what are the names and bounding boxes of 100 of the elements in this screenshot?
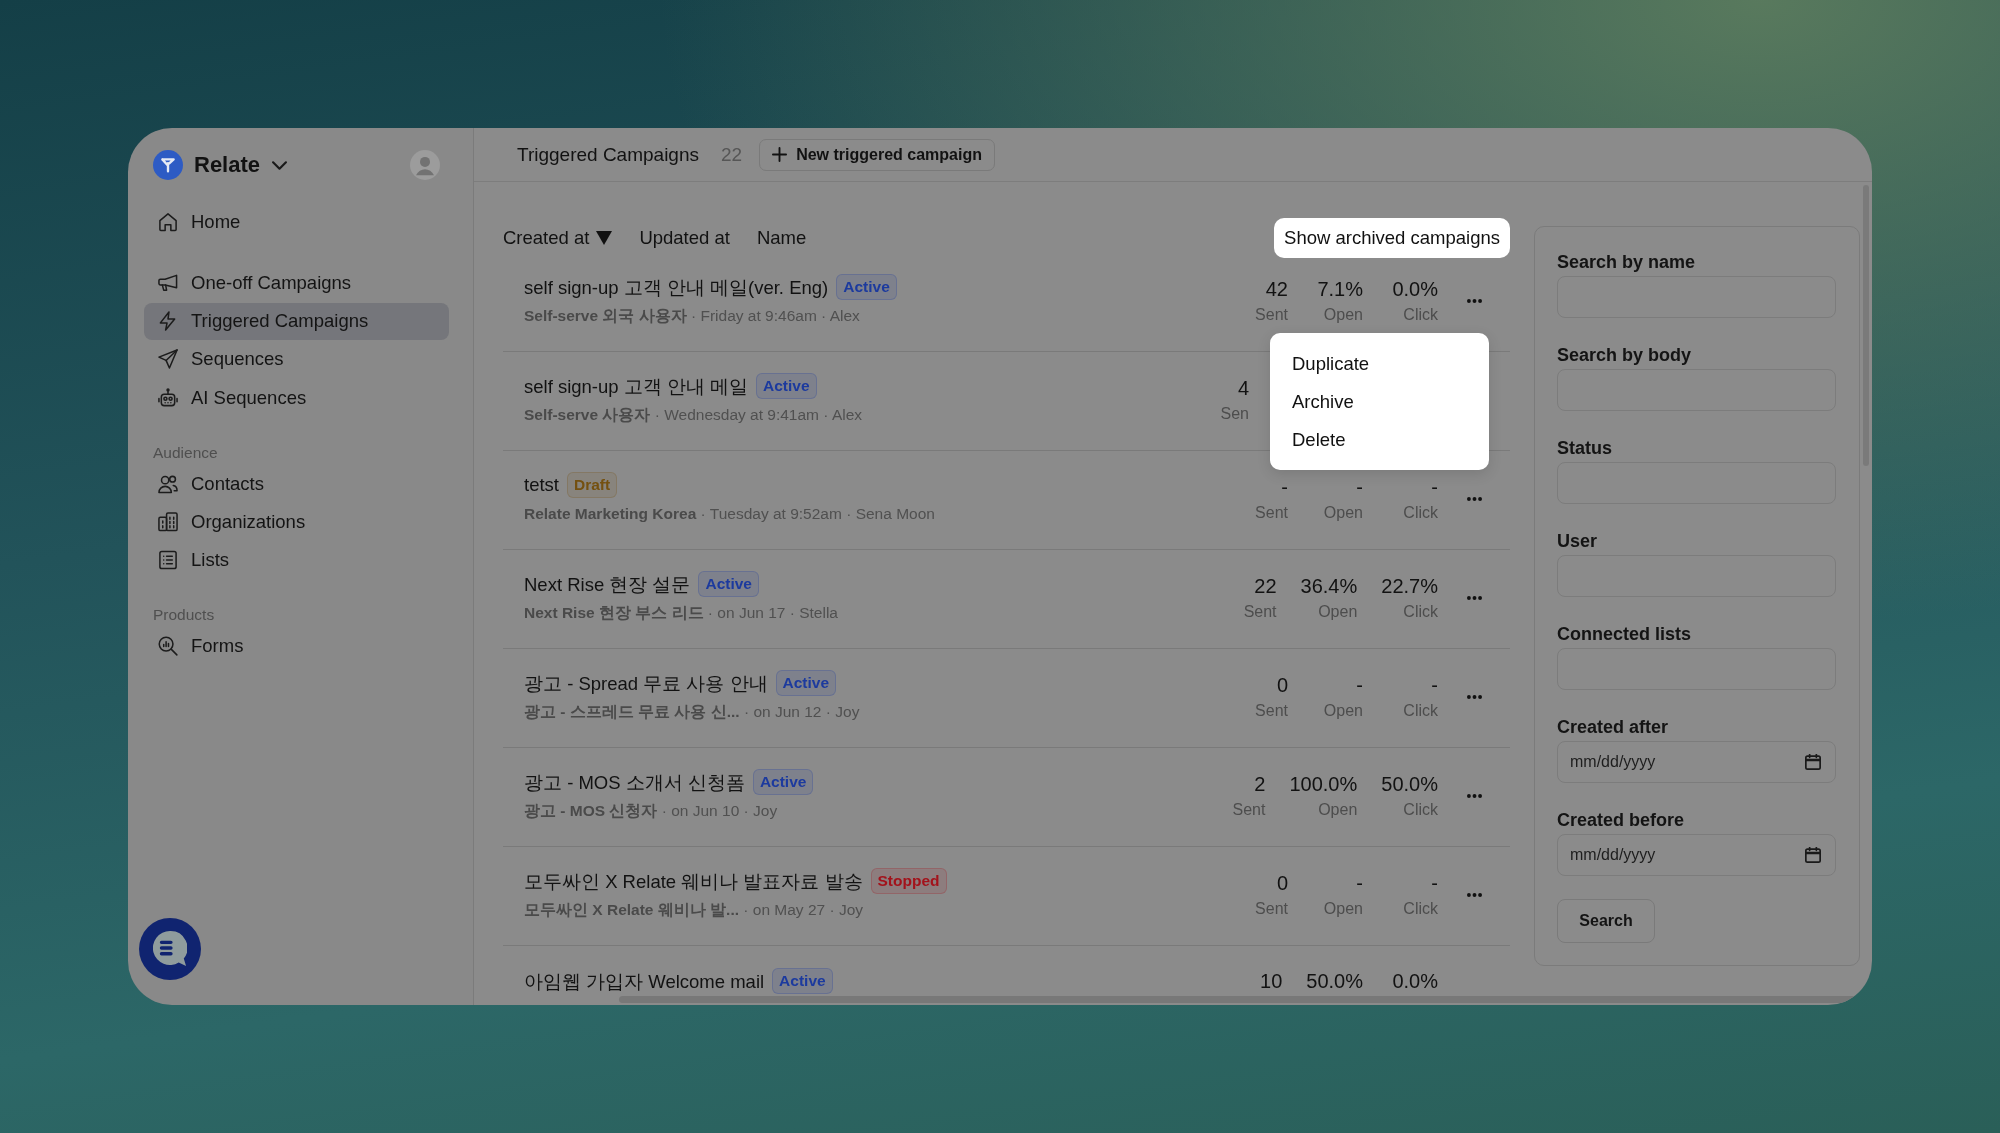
nav-item[interactable]: Forms: [144, 627, 449, 665]
stat-label: Open: [1323, 899, 1363, 919]
campaign-title[interactable]: 모두싸인 X Relate 웨비나 발표자료 발송: [524, 868, 863, 894]
stat-label: Click: [1403, 701, 1438, 721]
status-badge: Active: [752, 769, 814, 795]
search-button[interactable]: Search: [1557, 899, 1655, 943]
stat-label: Sen: [1220, 404, 1249, 424]
stat-value: 7.1%: [1317, 277, 1363, 302]
status-badge: Stopped: [870, 868, 947, 894]
field-label: Created before: [1557, 809, 1686, 832]
stat-value: 22.7%: [1381, 574, 1438, 599]
campaign-meta: Self-serve 외국 사용자 · Friday at 9:46am · Alex: [524, 306, 861, 326]
stat-label: Open: [1318, 602, 1358, 622]
lightning-icon: [158, 311, 178, 332]
more-icon[interactable]: [1467, 497, 1482, 501]
nav-item[interactable]: One-off Campaigns: [144, 264, 449, 302]
nav-item[interactable]: Sequences: [144, 340, 449, 378]
stat-value: 0.0%: [1392, 277, 1438, 302]
stat-value: 0: [1276, 673, 1288, 698]
stat-value: -: [1356, 475, 1363, 500]
stat-label: Sent: [1243, 602, 1277, 622]
menu-item[interactable]: Archive: [1270, 383, 1489, 421]
stat-value: 22: [1254, 574, 1277, 599]
date-field[interactable]: mm/dd/yyyy: [1557, 741, 1836, 783]
stat-label: Click: [1403, 800, 1438, 820]
nav-item[interactable]: AI Sequences: [144, 379, 449, 417]
section-heading: Products: [152, 605, 216, 626]
stat-label: Sent: [1255, 503, 1288, 523]
campaign-meta: Relate Marketing Korea · Tuesday at 9:52am · Sena Moon: [524, 504, 936, 524]
menu-item[interactable]: Delete: [1270, 421, 1489, 459]
nav-item[interactable]: Triggered Campaigns: [144, 302, 449, 340]
status-badge: Draft: [566, 472, 618, 498]
status-badge: Active: [775, 670, 837, 696]
campaign-title[interactable]: self sign-up 고객 안내 메일: [524, 373, 749, 399]
campaign-title[interactable]: 광고 - Spread 무료 사용 안내: [524, 670, 768, 696]
stat-value: -: [1431, 475, 1438, 500]
stat-value: 100.0%: [1289, 772, 1358, 797]
nav-item[interactable]: Home: [144, 203, 449, 241]
stat-value: 4: [1237, 376, 1249, 401]
megaphone-icon: [158, 272, 178, 293]
sort-option[interactable]: Updated at: [639, 227, 730, 249]
campaign-title[interactable]: self sign-up 고객 안내 메일(ver. Eng): [524, 274, 829, 300]
people-icon: [158, 473, 178, 494]
campaign-title[interactable]: Next Rise 현장 설문: [524, 571, 691, 597]
logo-icon: [153, 150, 183, 180]
menu-item[interactable]: Duplicate: [1270, 345, 1489, 383]
campaign-title[interactable]: 광고 - MOS 소개서 신청폼: [524, 769, 745, 795]
campaign-meta: Self-serve 사용자 · Wednesday at 9:41am · Alex: [524, 405, 864, 425]
horizontal-scrollbar[interactable]: [619, 996, 1856, 1003]
more-icon[interactable]: [1467, 596, 1482, 600]
show-archived-button[interactable]: Show archived campaigns: [1274, 218, 1510, 258]
field-label: Connected lists: [1557, 623, 1693, 646]
nav-item[interactable]: Lists: [144, 541, 449, 579]
campaign-title[interactable]: tetst: [524, 474, 559, 496]
chevron-down-icon[interactable]: [272, 160, 288, 170]
building-icon: [158, 512, 178, 532]
stat-value: 10: [1260, 969, 1283, 994]
stat-value: 0.0%: [1392, 969, 1438, 994]
stat-label: Open: [1323, 305, 1363, 325]
paper-plane-icon: [158, 349, 178, 370]
home-icon: [158, 211, 178, 232]
stat-value: 0: [1276, 871, 1288, 896]
stat-value: -: [1431, 673, 1438, 698]
status-badge: Active: [772, 968, 833, 994]
search-icon: [158, 636, 178, 657]
status-badge: Active: [836, 274, 897, 300]
page-title: Triggered Campaigns: [517, 143, 699, 166]
stat-value: -: [1281, 475, 1288, 500]
calendar-icon[interactable]: [1805, 847, 1821, 863]
stat-value: -: [1356, 871, 1363, 896]
campaign-meta: 광고 - MOS 신청자 · on Jun 10 · Joy: [524, 801, 779, 821]
plus-icon: [772, 147, 788, 162]
stat-value: -: [1356, 673, 1363, 698]
campaign-meta: 모두싸인 X Relate 웨비나 발... · on May 27 · Joy: [524, 900, 865, 920]
field-label: Search by name: [1557, 251, 1697, 274]
nav-item[interactable]: Organizations: [144, 503, 449, 541]
more-icon[interactable]: [1467, 695, 1482, 699]
chat-bubble-icon: [153, 930, 187, 966]
sort-descending-icon: [596, 231, 613, 245]
stat-label: Open: [1323, 701, 1363, 721]
stat-label: Click: [1403, 503, 1438, 523]
more-icon[interactable]: [1467, 893, 1482, 897]
sort-option[interactable]: Created at: [503, 227, 613, 249]
stat-label: Open: [1318, 800, 1358, 820]
stat-label: Sent: [1232, 800, 1266, 820]
stat-label: Sent: [1255, 701, 1288, 721]
campaign-title[interactable]: 아임웹 가입자 Welcome mail: [524, 968, 765, 994]
stat-label: Open: [1323, 503, 1363, 523]
stat-value: 50.0%: [1306, 969, 1363, 994]
field-label: Created after: [1557, 716, 1670, 739]
sort-option[interactable]: Name: [756, 227, 807, 249]
new-campaign-button[interactable]: New triggered campaign: [759, 138, 995, 171]
more-icon[interactable]: [1467, 299, 1482, 303]
workspace-name[interactable]: Relate: [194, 152, 261, 178]
date-field[interactable]: mm/dd/yyyy: [1557, 834, 1836, 876]
stat-value: 36.4%: [1300, 574, 1358, 599]
more-icon[interactable]: [1467, 794, 1482, 798]
nav-item[interactable]: Contacts: [144, 465, 449, 503]
stat-label: Click: [1403, 602, 1438, 622]
calendar-icon[interactable]: [1805, 754, 1821, 770]
